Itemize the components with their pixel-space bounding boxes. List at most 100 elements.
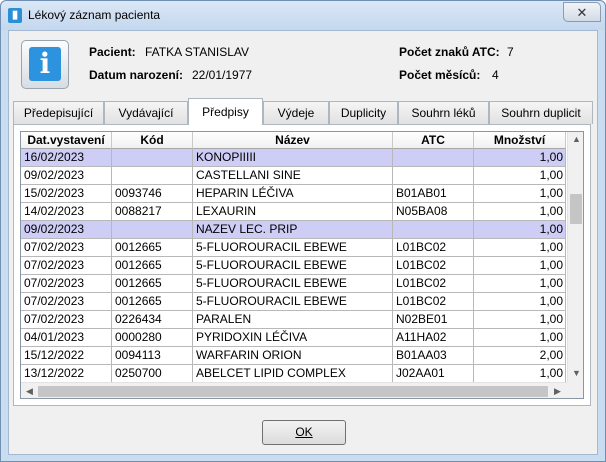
table-row[interactable]: 07/02/2023 0012665 5-FLUOROURACIL EBEWE L01… [21, 293, 566, 311]
cell-name: 5-FLUOROURACIL EBEWE [193, 275, 393, 293]
tab-vydavajici[interactable]: Vydávající [104, 101, 188, 124]
cell-quantity: 1,00 [474, 221, 566, 239]
cell-date: 09/02/2023 [21, 167, 112, 185]
horizontal-scroll-thumb[interactable] [38, 386, 548, 397]
patient-name: FATKA STANISLAV [145, 45, 250, 59]
table-row[interactable]: 09/02/2023 NAZEV LEC. PRIP 1,00 [21, 221, 566, 239]
cell-date: 15/02/2023 [21, 185, 112, 203]
tab-strip: Předepisující Vydávající Předpisy Výdeje… [13, 98, 593, 125]
table-header: Dat.vystavení Kód Název ATC Množství [21, 132, 566, 149]
ok-button[interactable]: OK [262, 420, 346, 445]
dob-value: 22/01/1977 [192, 68, 253, 82]
cell-name: 5-FLUOROURACIL EBEWE [193, 239, 393, 257]
column-header-date[interactable]: Dat.vystavení [21, 132, 112, 149]
cell-atc: J02AA01 [393, 365, 474, 383]
cell-atc: B01AB01 [393, 185, 474, 203]
ok-button-label: OK [295, 425, 313, 439]
title-bar[interactable]: ▮ Lékový záznam pacienta ✕ [1, 1, 605, 30]
cell-code: 0000280 [112, 329, 193, 347]
table-row[interactable]: 15/02/2023 0093746 HEPARIN LÉČIVA B01AB01 1,… [21, 185, 566, 203]
scroll-up-arrow-icon[interactable]: ▲ [568, 134, 583, 144]
cell-date: 13/12/2022 [21, 365, 112, 383]
table-row[interactable]: 07/02/2023 0226434 PARALEN N02BE01 1,00 [21, 311, 566, 329]
cell-code [112, 221, 193, 239]
atc-count-label: Počet znaků ATC: [399, 45, 500, 59]
horizontal-scrollbar[interactable]: ◀ ▶ [21, 382, 567, 398]
cell-atc: N02BE01 [393, 311, 474, 329]
cell-atc [393, 149, 474, 167]
table-row[interactable]: 04/01/2023 0000280 PYRIDOXIN LÉČIVA A11HA02… [21, 329, 566, 347]
dialog-window: ▮ Lékový záznam pacienta ✕ i Pacient: FA… [0, 0, 606, 462]
cell-atc: L01BC02 [393, 275, 474, 293]
cell-quantity: 1,00 [474, 293, 566, 311]
tab-souhrn-duplicit[interactable]: Souhrn duplicit [489, 101, 593, 124]
cell-code: 0012665 [112, 257, 193, 275]
cell-name: 5-FLUOROURACIL EBEWE [193, 257, 393, 275]
cell-name: LEXAURIN [193, 203, 393, 221]
tab-souhrn-leku[interactable]: Souhrn léků [398, 101, 489, 124]
cell-date: 04/01/2023 [21, 329, 112, 347]
cell-atc: B01AA03 [393, 347, 474, 365]
table-row[interactable]: 07/02/2023 0012665 5-FLUOROURACIL EBEWE L01… [21, 239, 566, 257]
cell-name: PYRIDOXIN LÉČIVA [193, 329, 393, 347]
cell-date: 07/02/2023 [21, 257, 112, 275]
column-header-atc[interactable]: ATC [393, 132, 474, 149]
cell-quantity: 1,00 [474, 329, 566, 347]
cell-quantity: 1,00 [474, 167, 566, 185]
cell-atc: L01BC02 [393, 239, 474, 257]
scroll-down-arrow-icon[interactable]: ▼ [568, 368, 583, 378]
table-row[interactable]: 07/02/2023 0012665 5-FLUOROURACIL EBEWE L01… [21, 257, 566, 275]
tab-predepisujici[interactable]: Předepisující [13, 101, 104, 124]
cell-atc: A11HA02 [393, 329, 474, 347]
tab-duplicity[interactable]: Duplicity [329, 101, 398, 124]
cell-code: 0226434 [112, 311, 193, 329]
cell-code [112, 167, 193, 185]
cell-atc [393, 167, 474, 185]
scroll-right-arrow-icon[interactable]: ▶ [549, 386, 566, 397]
app-icon: ▮ [8, 8, 22, 23]
column-header-name[interactable]: Název [193, 132, 393, 149]
dob-label: Datum narození: [89, 68, 184, 82]
table-row[interactable]: 09/02/2023 CASTELLANI SINE 1,00 [21, 167, 566, 185]
prescriptions-table[interactable]: Dat.vystavení Kód Název ATC Množství 16/… [20, 131, 584, 399]
cell-date: 14/02/2023 [21, 203, 112, 221]
cell-name: CASTELLANI SINE [193, 167, 393, 185]
column-header-code[interactable]: Kód [112, 132, 193, 149]
cell-name: WARFARIN ORION [193, 347, 393, 365]
cell-code: 0012665 [112, 275, 193, 293]
cell-code [112, 149, 193, 167]
cell-code: 0088217 [112, 203, 193, 221]
scrollbar-corner [567, 382, 583, 398]
cell-atc: L01BC02 [393, 293, 474, 311]
table-row[interactable]: 13/12/2022 0250700 ABELCET LIPID COMPLEX J0… [21, 365, 566, 383]
vertical-scroll-thumb[interactable] [570, 194, 582, 224]
table-row[interactable]: 07/02/2023 0012665 5-FLUOROURACIL EBEWE L01… [21, 275, 566, 293]
close-button[interactable]: ✕ [563, 2, 601, 22]
column-header-quantity[interactable]: Množství [474, 132, 566, 149]
cell-quantity: 1,00 [474, 239, 566, 257]
cell-name: PARALEN [193, 311, 393, 329]
cell-name: 5-FLUOROURACIL EBEWE [193, 293, 393, 311]
tab-predpisy[interactable]: Předpisy [188, 98, 263, 125]
table-row[interactable]: 14/02/2023 0088217 LEXAURIN N05BA08 1,00 [21, 203, 566, 221]
scroll-left-arrow-icon[interactable]: ◀ [21, 386, 38, 397]
cell-date: 07/02/2023 [21, 275, 112, 293]
table-row[interactable]: 15/12/2022 0094113 WARFARIN ORION B01AA03 2,… [21, 347, 566, 365]
cell-atc: L01BC02 [393, 257, 474, 275]
months-value: 4 [492, 68, 499, 82]
tab-vydeje[interactable]: Výdeje [263, 101, 329, 124]
table-row[interactable]: 16/02/2023 KONOPIIIII 1,00 [21, 149, 566, 167]
cell-date: 07/02/2023 [21, 239, 112, 257]
months-label: Počet měsíců: [399, 68, 481, 82]
patient-label: Pacient: [89, 45, 136, 59]
cell-name: KONOPIIIII [193, 149, 393, 167]
cell-quantity: 1,00 [474, 185, 566, 203]
cell-date: 07/02/2023 [21, 293, 112, 311]
cell-code: 0093746 [112, 185, 193, 203]
cell-quantity: 1,00 [474, 203, 566, 221]
cell-quantity: 1,00 [474, 149, 566, 167]
cell-date: 09/02/2023 [21, 221, 112, 239]
cell-atc: N05BA08 [393, 203, 474, 221]
vertical-scrollbar[interactable]: ▲ ▼ [567, 132, 583, 382]
cell-quantity: 1,00 [474, 275, 566, 293]
